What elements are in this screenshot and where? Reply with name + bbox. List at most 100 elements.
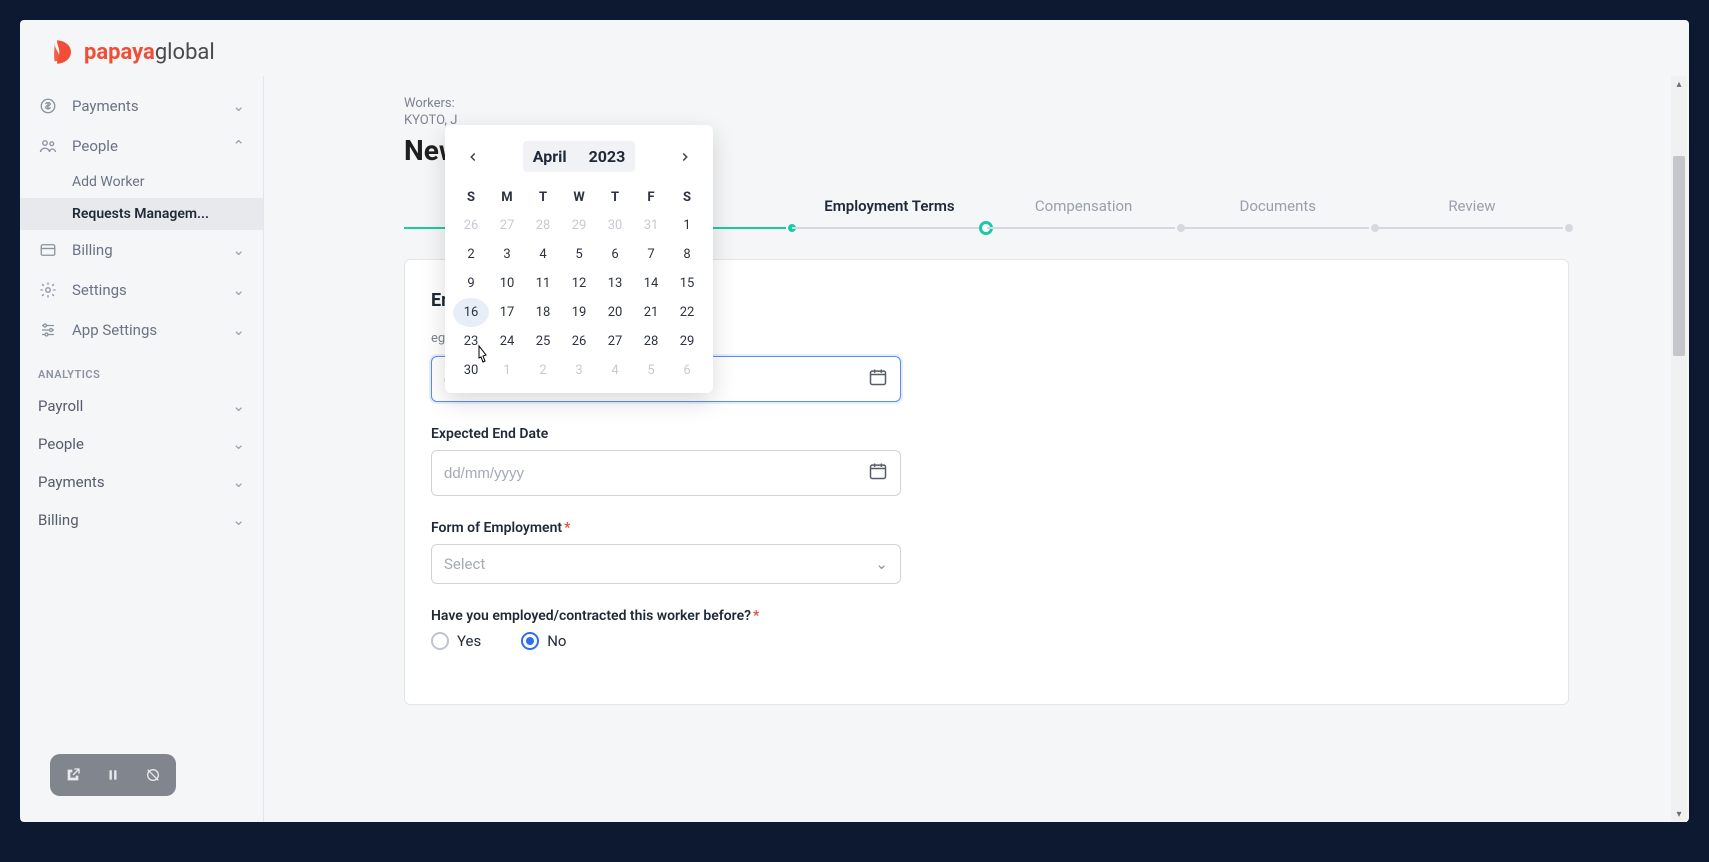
calendar-day[interactable]: 9 <box>453 269 489 298</box>
calendar-month[interactable]: April <box>523 141 577 172</box>
end-date-input-wrap[interactable] <box>431 450 901 496</box>
sidebar-item-label: App Settings <box>72 321 157 339</box>
radio-dot-icon <box>431 632 449 650</box>
media-controls <box>50 754 176 796</box>
calendar-day[interactable]: 25 <box>525 327 561 356</box>
sidebar-item-billing[interactable]: Billing ⌄ <box>20 230 263 270</box>
calendar-day[interactable]: 29 <box>669 327 705 356</box>
papaya-logo-icon <box>50 38 78 66</box>
calendar-day[interactable]: 23 <box>453 327 489 356</box>
calendar-day[interactable]: 28 <box>633 327 669 356</box>
step-review[interactable]: Review <box>1375 197 1569 229</box>
calendar-day[interactable]: 19 <box>561 298 597 327</box>
chevron-down-icon: ⌄ <box>232 397 245 415</box>
sidebar-item-settings[interactable]: Settings ⌄ <box>20 270 263 310</box>
scroll-up-icon[interactable]: ▴ <box>1671 76 1687 92</box>
calendar-day[interactable]: 12 <box>561 269 597 298</box>
sidebar-analytics-payroll[interactable]: Payroll ⌄ <box>20 387 263 425</box>
calendar-day[interactable]: 26 <box>453 211 489 240</box>
sidebar-item-label: Payments <box>72 97 139 115</box>
calendar-day[interactable]: 8 <box>669 240 705 269</box>
calendar-day[interactable]: 31 <box>633 211 669 240</box>
calendar-day[interactable]: 22 <box>669 298 705 327</box>
sidebar-analytics-billing[interactable]: Billing ⌄ <box>20 501 263 539</box>
calendar-day[interactable]: 28 <box>525 211 561 240</box>
breadcrumb-line1: Workers: <box>404 96 1569 111</box>
calendar-year[interactable]: 2023 <box>579 141 636 172</box>
scroll-down-icon[interactable]: ▾ <box>1671 806 1687 822</box>
chevron-down-icon: ⌄ <box>232 321 245 339</box>
form-employment-select[interactable]: Select ⌄ <box>431 544 901 584</box>
step-employment-terms[interactable]: Employment Terms <box>792 197 986 229</box>
pause-button[interactable] <box>98 760 128 790</box>
calendar-day[interactable]: 5 <box>561 240 597 269</box>
calendar-day[interactable]: 6 <box>669 356 705 385</box>
radio-no[interactable]: No <box>521 632 566 650</box>
sidebar-item-label: Payroll <box>38 397 83 415</box>
calendar-day[interactable]: 2 <box>525 356 561 385</box>
calendar-day[interactable]: 4 <box>525 240 561 269</box>
calendar-day[interactable]: 15 <box>669 269 705 298</box>
calendar-day[interactable]: 20 <box>597 298 633 327</box>
end-date-label: Expected End Date <box>431 426 901 442</box>
sidebar-analytics-people[interactable]: People ⌄ <box>20 425 263 463</box>
calendar-day[interactable]: 3 <box>561 356 597 385</box>
form-employment-label: Form of Employment* <box>431 520 901 536</box>
calendar-icon[interactable] <box>868 367 888 391</box>
chevron-down-icon: ⌄ <box>232 241 245 259</box>
sidebar-subitem-requests-management[interactable]: Requests Managem... <box>20 198 263 230</box>
calendar-day[interactable]: 18 <box>525 298 561 327</box>
external-link-button[interactable] <box>58 760 88 790</box>
calendar-day[interactable]: 11 <box>525 269 561 298</box>
sidebar-item-payments[interactable]: Payments ⌄ <box>20 86 263 126</box>
sidebar-analytics-payments[interactable]: Payments ⌄ <box>20 463 263 501</box>
calendar-day[interactable]: 27 <box>489 211 525 240</box>
select-placeholder: Select <box>444 555 485 573</box>
calendar-day[interactable]: 13 <box>597 269 633 298</box>
calendar-day[interactable]: 21 <box>633 298 669 327</box>
calendar-dow: W <box>561 184 597 211</box>
calendar-dow: M <box>489 184 525 211</box>
calendar-day[interactable]: 2 <box>453 240 489 269</box>
calendar-day[interactable]: 1 <box>669 211 705 240</box>
calendar-day[interactable]: 30 <box>453 356 489 385</box>
sidebar-item-people[interactable]: People ⌃ <box>20 126 263 166</box>
step-compensation[interactable]: Compensation <box>987 197 1181 229</box>
brand-text-light: global <box>155 40 215 65</box>
sidebar-item-label: Billing <box>38 511 79 529</box>
target-button[interactable] <box>138 760 168 790</box>
sidebar-subitem-add-worker[interactable]: Add Worker <box>20 166 263 198</box>
calendar-day[interactable]: 4 <box>597 356 633 385</box>
calendar-day[interactable]: 24 <box>489 327 525 356</box>
chevron-down-icon: ⌄ <box>875 555 888 573</box>
calendar-day[interactable]: 26 <box>561 327 597 356</box>
end-date-input[interactable] <box>444 465 868 482</box>
calendar-prev-button[interactable] <box>459 143 487 171</box>
radio-yes[interactable]: Yes <box>431 632 481 650</box>
calendar-day[interactable]: 5 <box>633 356 669 385</box>
calendar-icon[interactable] <box>868 461 888 485</box>
calendar-day[interactable]: 17 <box>489 298 525 327</box>
calendar-day[interactable]: 30 <box>597 211 633 240</box>
calendar-dow: T <box>525 184 561 211</box>
calendar-day[interactable]: 7 <box>633 240 669 269</box>
calendar-next-button[interactable] <box>671 143 699 171</box>
calendar-day[interactable]: 29 <box>561 211 597 240</box>
calendar-dow: S <box>453 184 489 211</box>
calendar-day[interactable]: 6 <box>597 240 633 269</box>
chevron-down-icon: ⌄ <box>232 97 245 115</box>
calendar-day[interactable]: 16 <box>453 298 489 327</box>
calendar-day[interactable]: 27 <box>597 327 633 356</box>
calendar-day[interactable]: 3 <box>489 240 525 269</box>
calendar-dow: S <box>669 184 705 211</box>
calendar-day[interactable]: 14 <box>633 269 669 298</box>
chevron-down-icon: ⌄ <box>232 435 245 453</box>
calendar-day[interactable]: 10 <box>489 269 525 298</box>
sidebar-item-app-settings[interactable]: App Settings ⌄ <box>20 310 263 350</box>
date-picker[interactable]: April 2023 SMTWTFS2627282930311234567891… <box>445 125 713 393</box>
scroll-thumb[interactable] <box>1673 156 1685 356</box>
calendar-dow: F <box>633 184 669 211</box>
calendar-day[interactable]: 1 <box>489 356 525 385</box>
scrollbar[interactable]: ▴ ▾ <box>1671 76 1687 822</box>
step-documents[interactable]: Documents <box>1181 197 1375 229</box>
